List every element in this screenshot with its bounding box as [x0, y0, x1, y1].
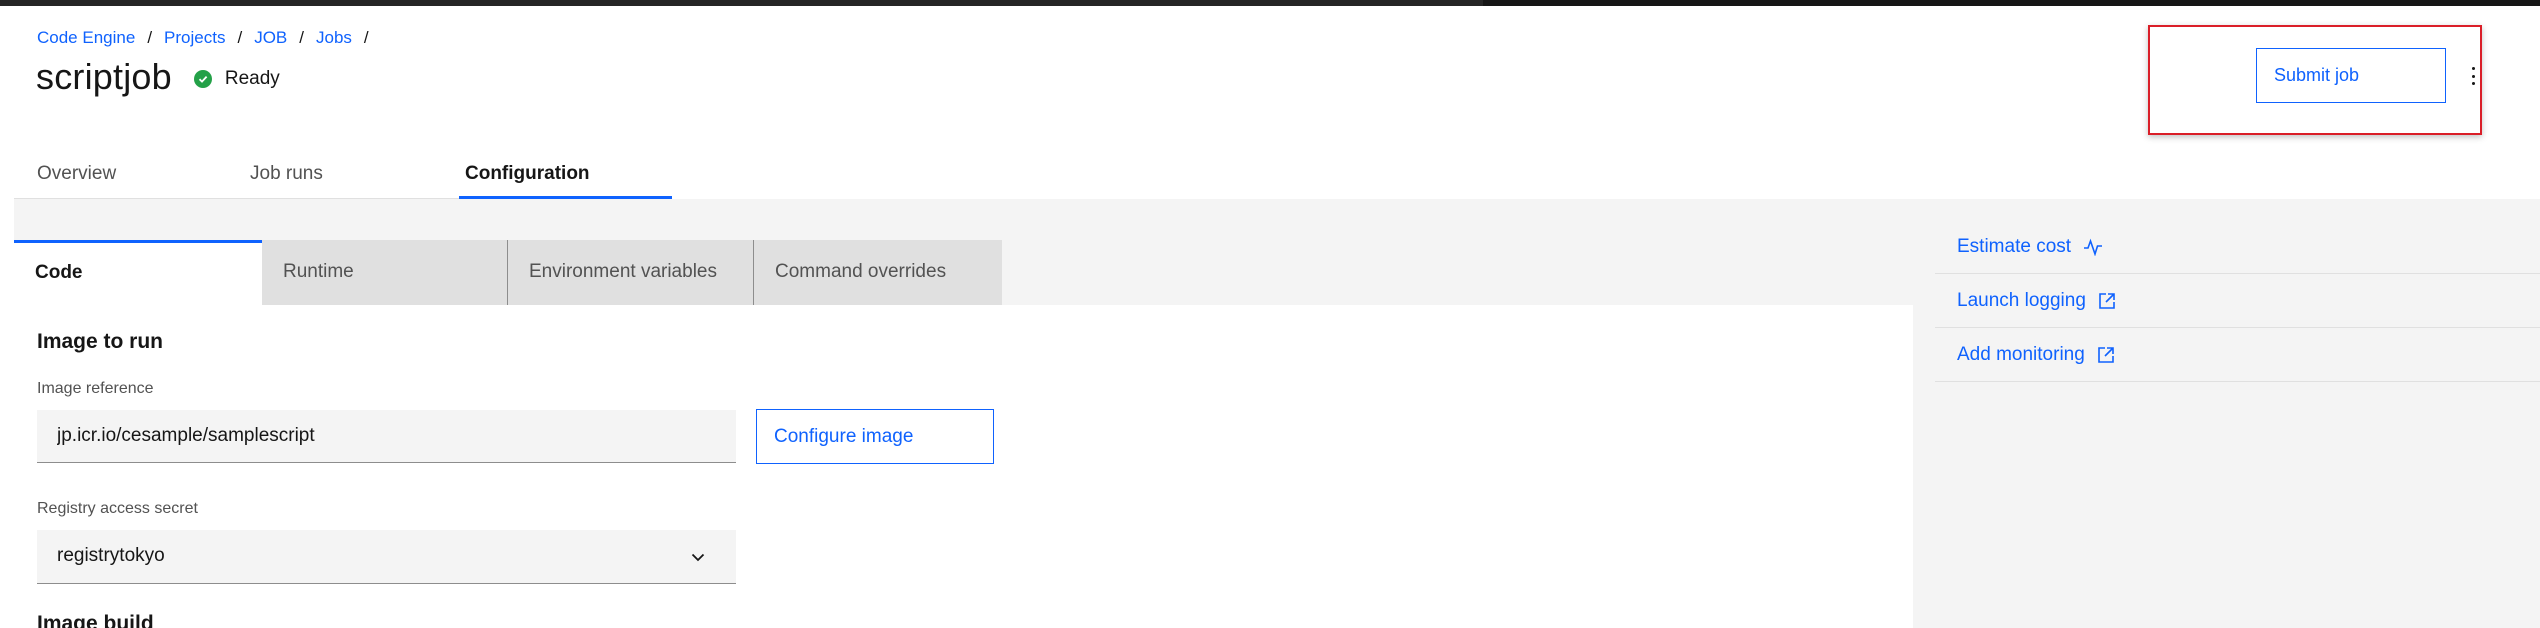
- breadcrumb-projects[interactable]: Projects: [164, 28, 225, 48]
- launch-logging-link[interactable]: Launch logging: [1935, 274, 2540, 328]
- estimate-cost-link[interactable]: Estimate cost: [1935, 220, 2540, 274]
- configure-image-button[interactable]: Configure image: [756, 409, 994, 464]
- content-tab-code[interactable]: Code: [14, 240, 262, 305]
- breadcrumb-separator: /: [237, 28, 243, 47]
- add-monitoring-label: Add monitoring: [1957, 343, 2085, 365]
- content-tab-runtime[interactable]: Runtime: [262, 240, 508, 305]
- estimate-cost-label: Estimate cost: [1957, 235, 2072, 257]
- overflow-menu-vertical-icon[interactable]: [2466, 62, 2480, 90]
- breadcrumb-separator: /: [147, 28, 153, 47]
- status-indicator: Ready: [193, 68, 280, 90]
- breadcrumb-job[interactable]: JOB: [254, 28, 287, 48]
- checkmark-filled-icon: [193, 70, 212, 88]
- image-reference-input[interactable]: [37, 410, 736, 463]
- breadcrumb-code-engine[interactable]: Code Engine: [37, 28, 135, 48]
- launch-logging-label: Launch logging: [1957, 289, 2086, 311]
- add-monitoring-link[interactable]: Add monitoring: [1935, 328, 2540, 382]
- breadcrumb-separator: /: [363, 28, 369, 47]
- status-text: Ready: [224, 68, 280, 89]
- breadcrumb: Code Engine / Projects / JOB / Jobs /: [37, 28, 381, 48]
- side-links: Estimate cost Launch logging Add monitor…: [1935, 220, 2540, 382]
- tab-configuration[interactable]: Configuration: [465, 153, 590, 199]
- page-tabs: Overview Job runs Configuration: [14, 153, 672, 199]
- chevron-down-icon: [691, 553, 705, 562]
- section-title-image-to-run: Image to run: [37, 330, 164, 353]
- top-bar: [0, 0, 2540, 6]
- submit-job-button[interactable]: Submit job: [2256, 48, 2446, 103]
- launch-icon: [2097, 346, 2115, 364]
- content-tab-environment-variables[interactable]: Environment variables: [508, 240, 754, 305]
- section-title-image-build: Image build: [37, 612, 154, 628]
- tab-overview[interactable]: Overview: [37, 153, 116, 199]
- breadcrumb-separator: /: [299, 28, 304, 47]
- launch-icon: [2098, 292, 2116, 310]
- page-title: scriptjob: [36, 56, 172, 97]
- registry-access-secret-value: registrytokyo: [57, 545, 165, 566]
- activity-icon: [2083, 238, 2103, 256]
- breadcrumb-jobs[interactable]: Jobs: [316, 28, 352, 48]
- title-row: scriptjob Ready: [36, 56, 280, 98]
- registry-access-secret-label: Registry access secret: [37, 500, 198, 517]
- registry-access-secret-select[interactable]: registrytokyo: [37, 530, 736, 584]
- content-tab-command-overrides[interactable]: Command overrides: [754, 240, 1002, 305]
- image-reference-label: Image reference: [37, 380, 154, 397]
- tab-job-runs[interactable]: Job runs: [250, 153, 323, 199]
